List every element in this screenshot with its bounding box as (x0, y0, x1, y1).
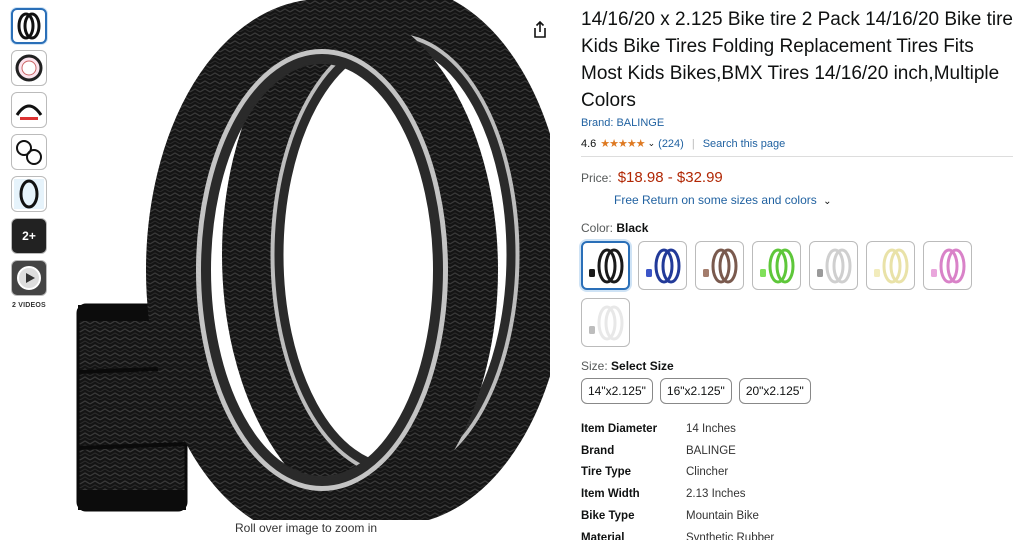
chevron-down-icon: ⌄ (823, 196, 832, 207)
tire-swatch-icon (816, 248, 851, 283)
thumb-tire-detail[interactable] (11, 50, 47, 86)
search-page-link[interactable]: Search this page (703, 138, 786, 150)
tire-pink-icon (15, 54, 43, 82)
thumb-tire-specs[interactable] (11, 92, 47, 128)
spec-value: 2.13 Inches (686, 488, 746, 501)
spec-value: 14 Inches (686, 422, 736, 435)
color-swatch-black[interactable] (581, 241, 630, 290)
spec-key: Material (581, 531, 625, 540)
rating-row: 4.6 ★★★★★ ⌄ (224) | Search this page (581, 137, 1013, 151)
divider (581, 156, 1013, 157)
thumb-install[interactable] (11, 134, 47, 170)
spec-key: Item Width (581, 488, 640, 501)
thumb-video[interactable] (11, 260, 47, 296)
chevron-down-icon[interactable]: ⌄ (648, 138, 656, 149)
star-rating-icon[interactable]: ★★★★★ (600, 137, 645, 150)
spec-row: Material Synthetic Rubber (581, 527, 1013, 540)
tire-swatch-icon (873, 248, 908, 283)
spec-row: Brand BALINGE (581, 440, 1013, 462)
separator: | (691, 137, 695, 150)
rating-value: 4.6 (581, 137, 597, 150)
spec-key: Bike Type (581, 510, 635, 523)
color-value: Black (616, 221, 649, 235)
spec-row: Tire Type Clincher (581, 462, 1013, 484)
free-return-link[interactable]: Free Return on some sizes and colors ⌄ (614, 193, 1013, 207)
tire-swatch-icon (588, 305, 623, 340)
spec-value: BALINGE (686, 444, 736, 457)
brand-link[interactable]: Brand: BALINGE (581, 117, 1013, 129)
spec-row: Item Diameter 14 Inches (581, 418, 1013, 440)
color-swatch-cream[interactable] (866, 241, 915, 290)
review-count-link[interactable]: (224) (658, 138, 684, 150)
thumb-tire-side[interactable] (11, 176, 47, 212)
spec-row: Item Width 2.13 Inches (581, 483, 1013, 505)
front-tire (146, 0, 498, 520)
thumb-tires-black[interactable] (11, 8, 47, 44)
color-swatch-brown[interactable] (695, 241, 744, 290)
spec-value: Clincher (686, 466, 729, 479)
play-icon (17, 266, 41, 290)
price-value: $18.98 - $32.99 (617, 169, 723, 186)
tire-swatch-icon (930, 248, 965, 283)
color-label-row: Color: Black (581, 221, 1013, 235)
spec-row: Bike Type Mountain Bike (581, 505, 1013, 527)
spec-table: Item Diameter 14 Inches Brand BALINGE Ti… (581, 418, 1013, 540)
size-label: Size: (581, 359, 608, 373)
tire-swatch-icon (759, 248, 794, 283)
spec-value: Synthetic Rubber (686, 531, 775, 540)
size-option-14[interactable]: 14"x2.125" (581, 378, 653, 404)
product-details: 14/16/20 x 2.125 Bike tire 2 Pack 14/16/… (581, 6, 1013, 540)
product-title: 14/16/20 x 2.125 Bike tire 2 Pack 14/16/… (581, 9, 1013, 111)
size-options: 14"x2.125" 16"x2.125" 20"x2.125" (581, 378, 1013, 404)
thumbnail-strip: 2+ 2 VIDEOS (8, 8, 52, 309)
color-swatch-pink[interactable] (923, 241, 972, 290)
size-option-20[interactable]: 20"x2.125" (738, 378, 811, 404)
tire-swatch-icon (588, 248, 623, 283)
size-label-row: Size: Select Size (581, 359, 1013, 373)
tire-side-icon (14, 179, 44, 209)
spec-value: Mountain Bike (686, 510, 759, 523)
spec-key: Item Diameter (581, 422, 658, 435)
spec-key: Tire Type (581, 466, 632, 479)
tire-pair-icon (17, 12, 41, 40)
zoom-hint: Roll over image to zoom in (235, 521, 378, 535)
price-label: Price: (581, 171, 612, 185)
color-swatch-green[interactable] (752, 241, 801, 290)
color-swatch-white-grey[interactable] (809, 241, 858, 290)
spec-key: Brand (581, 444, 615, 457)
color-label: Color: (581, 221, 614, 235)
color-swatch-white[interactable] (581, 298, 630, 347)
main-product-image[interactable] (60, 0, 550, 520)
more-images-icon: 2+ (22, 229, 36, 243)
color-swatches (581, 241, 981, 355)
share-icon[interactable] (530, 20, 550, 40)
price-row: Price: $18.98 - $32.99 (581, 169, 1013, 186)
install-icon (16, 140, 42, 165)
size-value: Select Size (611, 359, 674, 373)
videos-label: 2 VIDEOS (12, 302, 46, 309)
color-swatch-blue[interactable] (638, 241, 687, 290)
thumb-more[interactable]: 2+ (11, 218, 47, 254)
size-option-16[interactable]: 16"x2.125" (659, 378, 732, 404)
free-return-text: Free Return on some sizes and colors (614, 193, 817, 207)
tire-swatch-icon (645, 248, 680, 283)
tire-spec-icon (15, 104, 43, 120)
tire-swatch-icon (702, 248, 737, 283)
